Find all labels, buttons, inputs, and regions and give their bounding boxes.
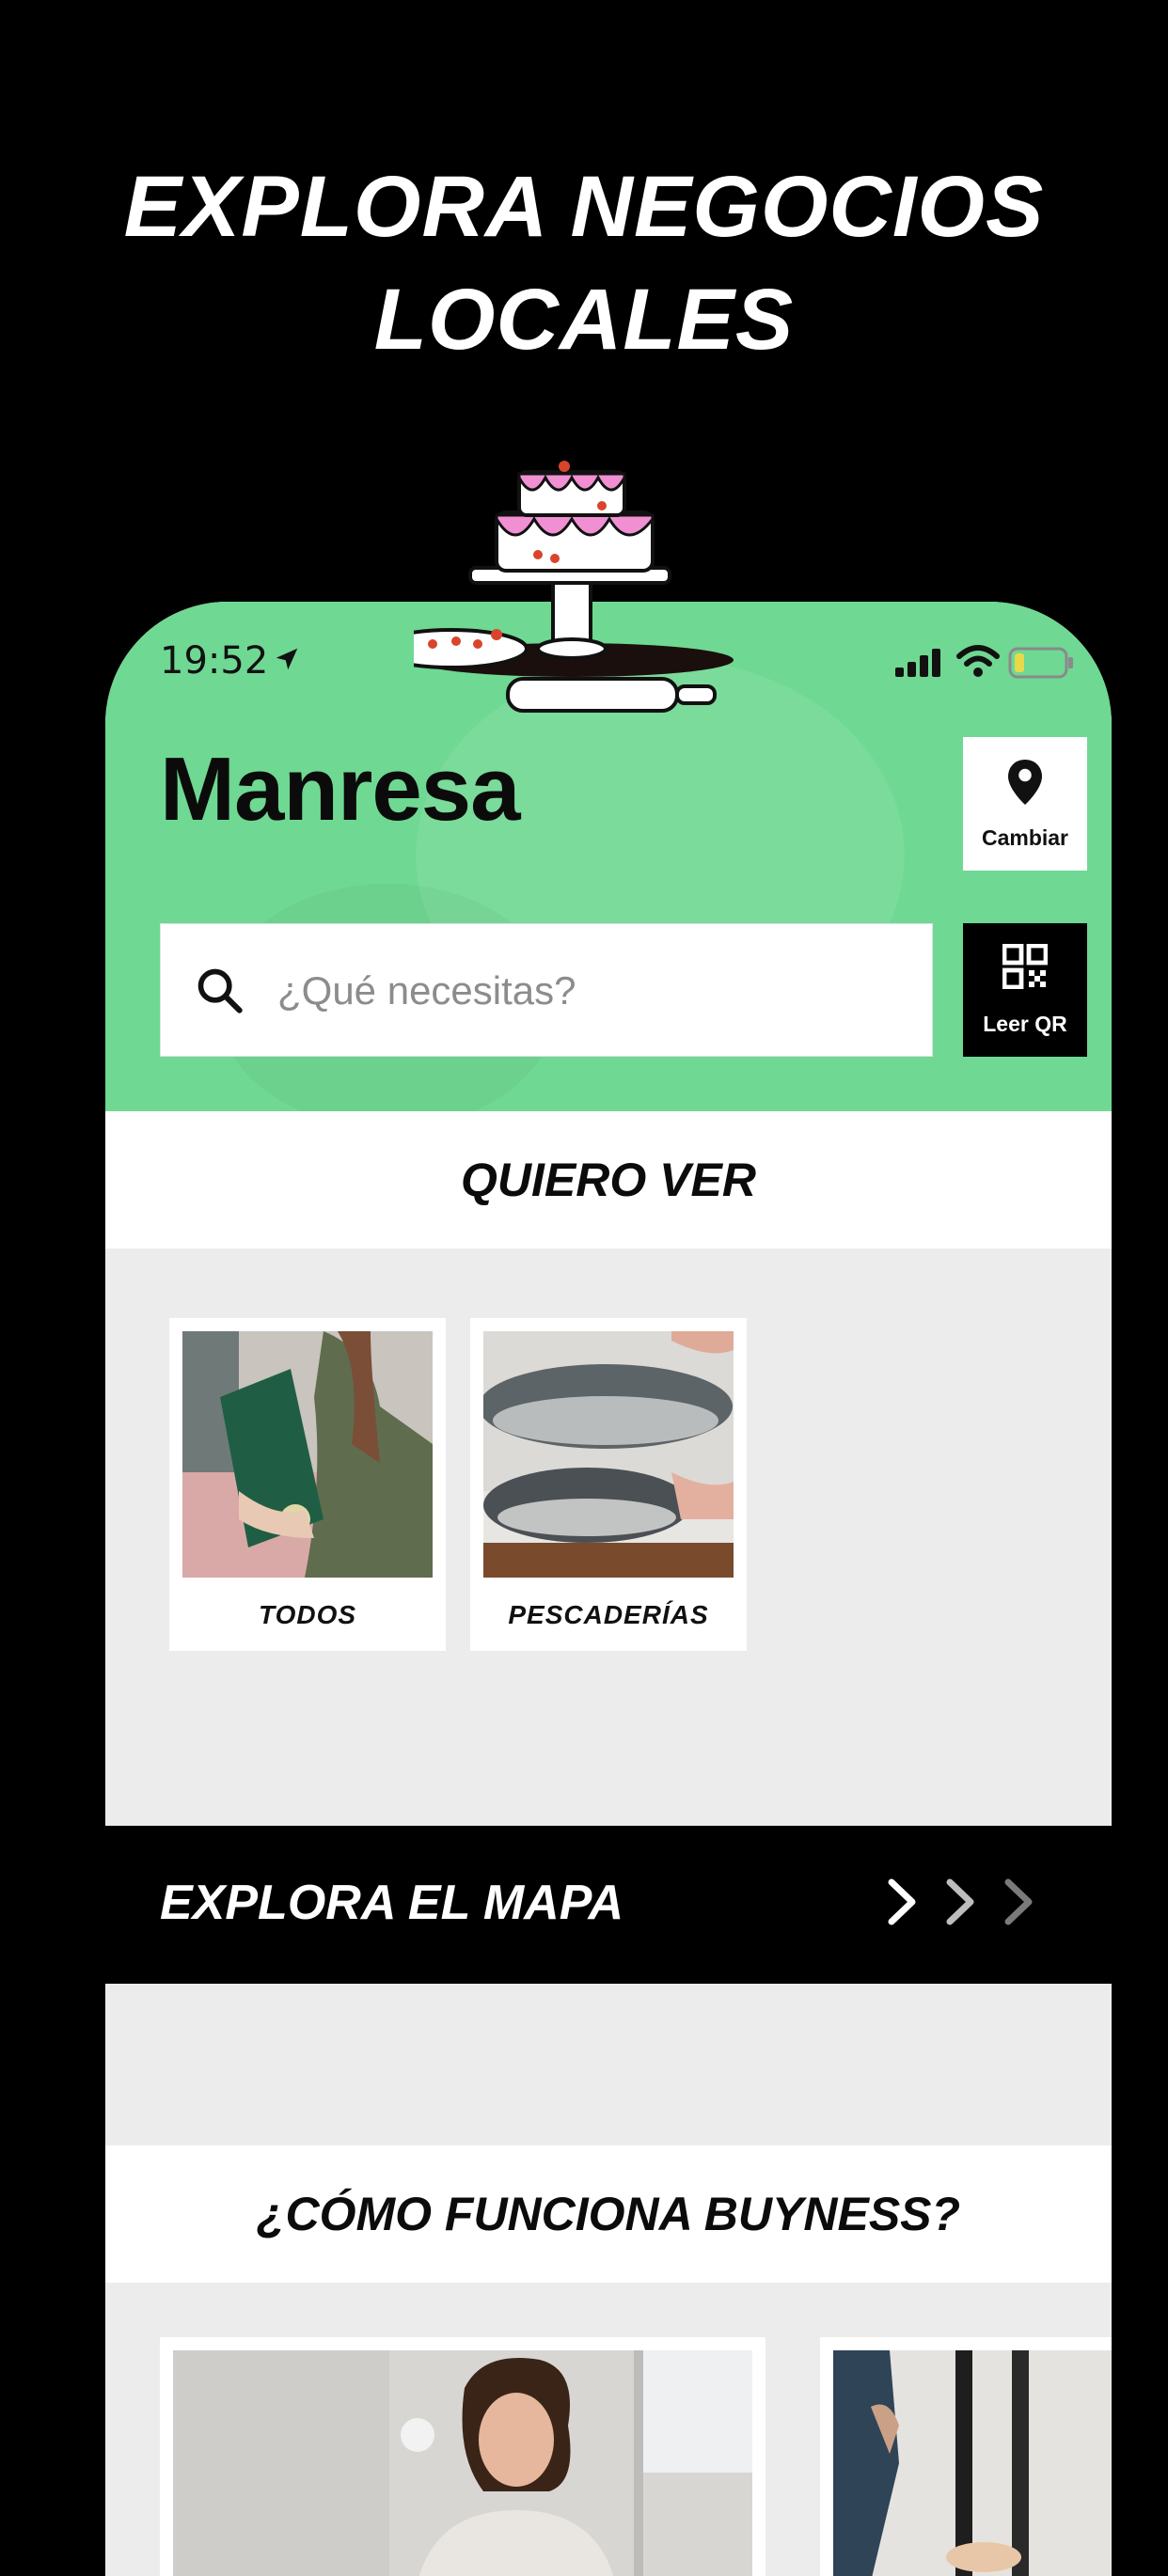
search-input[interactable] [276, 956, 891, 1026]
promo-headline: EXPLORA NEGOCIOS LOCALES [0, 150, 1168, 376]
change-location-button[interactable]: Cambiar [963, 737, 1087, 871]
category-image-pescaderias [483, 1331, 734, 1578]
category-image-todos [182, 1331, 433, 1578]
explore-map-label: EXPLORA EL MAPA [160, 1876, 624, 1930]
how-it-works-heading: ¿CÓMO FUNCIONA BUYNESS? [105, 2145, 1112, 2283]
signal-icon [895, 649, 940, 677]
headline-line-2: LOCALES [373, 272, 795, 368]
how-it-works-carousel [105, 2337, 1112, 2576]
headline-line-1: EXPLORA NEGOCIOS [123, 159, 1045, 255]
how-it-works-card[interactable] [820, 2337, 1112, 2576]
read-qr-button[interactable]: Leer QR [963, 923, 1087, 1057]
change-location-label: Cambiar [981, 825, 1069, 850]
how-it-works-image [833, 2350, 1112, 2576]
read-qr-label: Leer QR [983, 1012, 1067, 1036]
status-time: 19:52 [160, 639, 269, 683]
search-icon [197, 968, 243, 1013]
chevron-right-icon [1004, 1878, 1033, 1925]
category-label-pescaderias: PESCADERÍAS [508, 1600, 709, 1629]
phone-screen: 19:52 Manresa Cambiar Leer QR QUIERO VER [105, 602, 1112, 2576]
location-arrow-icon [276, 648, 298, 670]
chevron-right-icon [946, 1878, 974, 1925]
how-it-works-image [173, 2350, 752, 2576]
qr-code-icon [1002, 944, 1048, 989]
battery-icon [1008, 647, 1073, 679]
category-card-pescaderias[interactable]: PESCADERÍAS [470, 1318, 747, 1651]
quiero-ver-heading: QUIERO VER [105, 1111, 1112, 1249]
wifi-icon [956, 645, 1000, 677]
category-label-todos: TODOS [258, 1600, 357, 1629]
search-box[interactable] [160, 923, 933, 1057]
map-pin-icon [1008, 760, 1042, 805]
category-card-todos[interactable]: TODOS [169, 1318, 446, 1651]
cake-illustration [414, 461, 734, 713]
explore-map-banner[interactable]: EXPLORA EL MAPA [105, 1826, 1112, 1984]
how-it-works-card[interactable] [160, 2337, 766, 2576]
chevron-right-icon [888, 1878, 916, 1925]
city-title: Manresa [160, 739, 521, 840]
